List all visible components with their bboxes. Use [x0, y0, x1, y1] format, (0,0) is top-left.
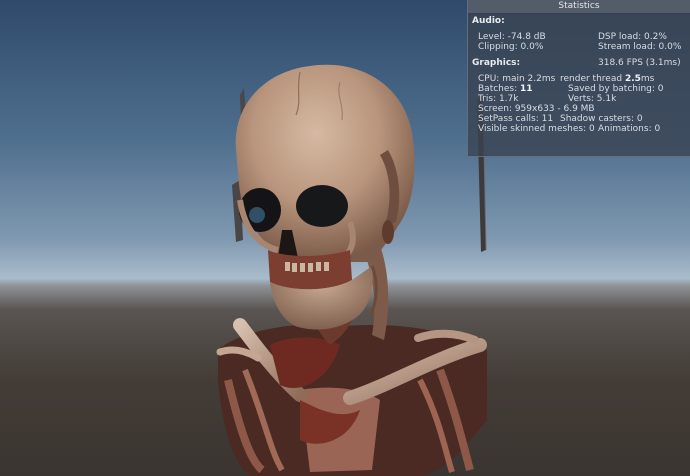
graphics-fps: 318.6 FPS (3.1ms) — [598, 58, 681, 68]
game-view[interactable]: Statistics Audio: Level: -74.8 dB DSP lo… — [0, 0, 690, 476]
audio-heading: Audio: — [472, 16, 505, 26]
audio-stream-load: Stream load: 0.0% — [598, 42, 682, 52]
graphics-screen: Screen: 959x633 - 6.9 MB — [478, 104, 595, 114]
graphics-skinned-row: Visible skinned meshes: 0 Animations: 0 — [478, 124, 683, 134]
statistics-panel: Statistics Audio: Level: -74.8 dB DSP lo… — [467, 0, 690, 157]
statistics-title[interactable]: Statistics — [468, 0, 690, 14]
graphics-saved-by-batching: Saved by batching: 0 — [568, 84, 664, 94]
audio-clipping: Clipping: 0.0% — [478, 42, 544, 52]
graphics-shadow-casters: Shadow casters: 0 — [560, 114, 643, 124]
graphics-tris: Tris: 1.7k — [478, 94, 519, 104]
audio-row-1: Level: -74.8 dB DSP load: 0.2% — [478, 32, 683, 42]
audio-level: Level: -74.8 dB — [478, 32, 546, 42]
graphics-batches: Batches: 11 — [478, 84, 533, 94]
graphics-batches-row: Batches: 11 Saved by batching: 0 — [478, 84, 683, 94]
graphics-cpu-main: CPU: main 2.2ms — [478, 74, 556, 84]
graphics-animations: Animations: 0 — [598, 124, 661, 134]
graphics-fps-row: 318.6 FPS (3.1ms) — [478, 58, 683, 68]
audio-row-2: Clipping: 0.0% Stream load: 0.0% — [478, 42, 683, 52]
graphics-setpass: SetPass calls: 11 — [478, 114, 554, 124]
graphics-verts: Verts: 5.1k — [568, 94, 617, 104]
graphics-cpu-row: CPU: main 2.2ms render thread 2.5ms — [478, 74, 683, 84]
graphics-visible-skinned: Visible skinned meshes: 0 — [478, 124, 595, 134]
graphics-screen-row: Screen: 959x633 - 6.9 MB — [478, 104, 683, 114]
audio-dsp-load: DSP load: 0.2% — [598, 32, 667, 42]
ribcage — [216, 318, 487, 476]
graphics-geometry-row: Tris: 1.7k Verts: 5.1k — [478, 94, 683, 104]
graphics-setpass-row: SetPass calls: 11 Shadow casters: 0 — [478, 114, 683, 124]
graphics-render-thread: render thread 2.5ms — [560, 74, 655, 84]
